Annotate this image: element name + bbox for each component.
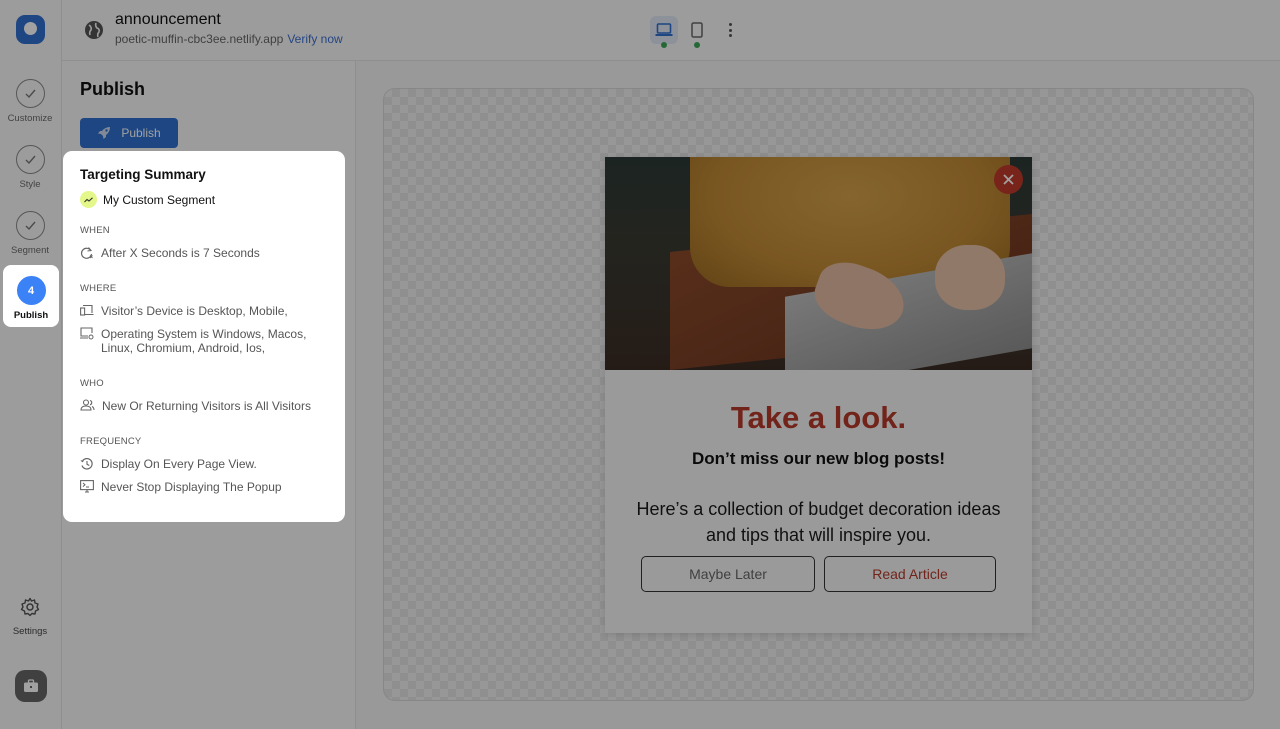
section-label-where: WHERE bbox=[80, 283, 117, 294]
section-label-frequency: FREQUENCY bbox=[80, 436, 142, 447]
summary-item: Never Stop Displaying The Popup bbox=[80, 480, 328, 494]
segment-row: My Custom Segment bbox=[80, 191, 328, 208]
segment-name: My Custom Segment bbox=[103, 192, 216, 207]
terminal-screen-icon bbox=[80, 480, 94, 493]
summary-item: Display On Every Page View. bbox=[80, 457, 328, 471]
summary-title: Targeting Summary bbox=[80, 167, 206, 182]
summary-item: After X Seconds is 7 Seconds bbox=[80, 246, 328, 260]
history-icon bbox=[80, 457, 93, 470]
summary-item: Visitor’s Device is Desktop, Mobile, bbox=[80, 304, 328, 318]
users-icon bbox=[80, 399, 95, 411]
targeting-summary-popover: Targeting Summary My Custom Segment WHEN… bbox=[63, 151, 345, 522]
section-label-when: WHEN bbox=[80, 225, 110, 236]
summary-item: New Or Returning Visitors is All Visitor… bbox=[80, 399, 328, 413]
step-number: 4 bbox=[16, 276, 46, 305]
section-label-who: WHO bbox=[80, 378, 104, 389]
devices-icon bbox=[80, 304, 94, 316]
os-settings-icon bbox=[80, 327, 94, 340]
step-publish[interactable]: 4 Publish bbox=[3, 265, 59, 327]
timer-reset-icon bbox=[81, 247, 93, 259]
step-label: Publish bbox=[13, 310, 49, 321]
trend-icon bbox=[80, 191, 97, 208]
summary-item: Operating System is Windows, Macos, Linu… bbox=[80, 327, 328, 355]
